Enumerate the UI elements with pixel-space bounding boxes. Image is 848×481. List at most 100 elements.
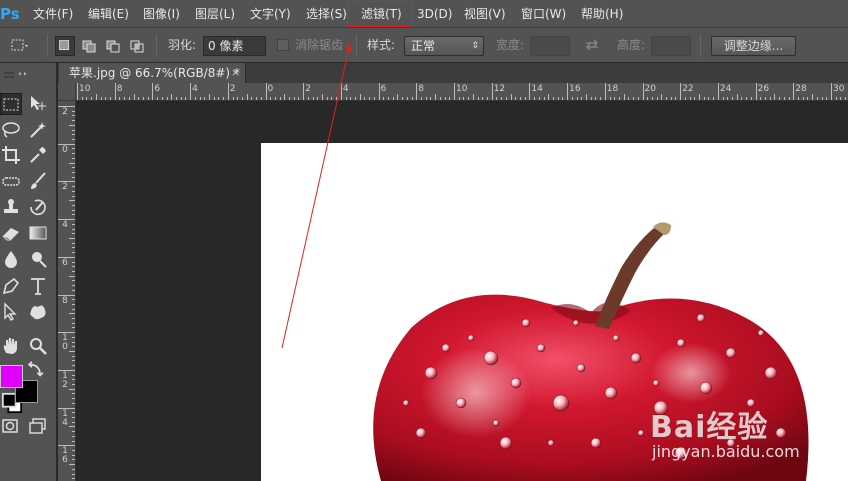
ruler-h-label: 26 bbox=[757, 84, 770, 94]
ruler-v-tick bbox=[72, 148, 75, 150]
ruler-h-tick bbox=[109, 97, 111, 100]
menu-item-9[interactable]: 窗口(W) bbox=[521, 0, 566, 28]
ruler-h-tick bbox=[81, 97, 83, 100]
height-input[interactable] bbox=[651, 36, 691, 56]
ruler-h-tick bbox=[449, 97, 451, 100]
brush-icon[interactable] bbox=[27, 170, 49, 192]
ruler-v-tick bbox=[69, 275, 75, 277]
swap-colors-icon[interactable] bbox=[25, 359, 44, 377]
rect-marquee-icon[interactable] bbox=[0, 93, 22, 115]
move-icon[interactable] bbox=[27, 93, 49, 115]
ruler-h-tick bbox=[670, 97, 672, 100]
menu-item-10[interactable]: 帮助(H) bbox=[581, 0, 623, 28]
add-selection-button[interactable] bbox=[79, 36, 99, 56]
ruler-h-tick bbox=[722, 97, 724, 100]
menu-item-7[interactable]: 3D(D) bbox=[417, 0, 452, 28]
type-icon[interactable] bbox=[27, 275, 49, 297]
ruler-v-tick bbox=[72, 478, 75, 480]
magic-wand-icon[interactable] bbox=[27, 119, 49, 141]
ruler-v-tick bbox=[72, 473, 75, 475]
pen-icon[interactable] bbox=[0, 275, 22, 297]
horizontal-ruler[interactable]: 10 8 6 4 2 0 2 4 6 8 10 12 14 16 18 20 22 24 26 28 30 bbox=[76, 83, 848, 101]
ruler-h-tick bbox=[548, 94, 550, 100]
ruler-h-tick bbox=[77, 83, 78, 100]
style-select[interactable]: 正常 ⇕ bbox=[404, 36, 484, 56]
dodge-icon[interactable] bbox=[27, 248, 49, 270]
menu-bar: Ps 文件(F) 编辑(E) 图像(I) 图层(L) 文字(Y) 选择(S) 滤镜(T) 3D… bbox=[0, 0, 848, 28]
ruler-h-label: 6 bbox=[380, 84, 387, 94]
new-selection-button[interactable] bbox=[55, 36, 75, 56]
ruler-h-tick bbox=[534, 97, 536, 100]
ruler-h-label: 2 bbox=[305, 84, 311, 94]
menu-item-3[interactable]: 图层(L) bbox=[195, 0, 235, 28]
ruler-v-tick bbox=[72, 459, 75, 461]
marquee-preset-icon[interactable] bbox=[8, 34, 30, 56]
healing-icon[interactable] bbox=[0, 170, 22, 192]
ruler-h-tick bbox=[425, 97, 427, 100]
intersect-selection-button[interactable] bbox=[127, 36, 147, 56]
ruler-h-tick bbox=[543, 97, 545, 100]
document-tab[interactable]: 苹果.jpg @ 66.7%(RGB/8#) * × bbox=[59, 63, 246, 83]
blur-icon[interactable] bbox=[0, 248, 22, 270]
eraser-icon[interactable] bbox=[0, 222, 22, 244]
lasso-icon[interactable] bbox=[0, 119, 22, 141]
vertical-ruler[interactable]: 2 0 2 4 6 8 1 0 1 2 1 4 1 6 bbox=[58, 101, 76, 481]
default-colors-icon[interactable] bbox=[1, 392, 23, 414]
watermark-url: jingyan.baidu.com bbox=[652, 442, 800, 461]
path-select-icon[interactable] bbox=[0, 301, 22, 323]
ruler-h-tick bbox=[463, 97, 465, 100]
shape-icon[interactable] bbox=[27, 301, 49, 323]
toolbar-grip[interactable] bbox=[0, 63, 57, 87]
menu-item-8[interactable]: 视图(V) bbox=[464, 0, 506, 28]
stamp-icon[interactable] bbox=[0, 196, 22, 218]
ruler-v-tick bbox=[72, 421, 75, 423]
ruler-v-tick bbox=[72, 157, 75, 159]
ruler-h-tick bbox=[468, 97, 470, 100]
ruler-v-tick bbox=[72, 336, 75, 338]
swap-dimensions-icon[interactable] bbox=[584, 37, 600, 53]
history-brush-icon[interactable] bbox=[27, 196, 49, 218]
ruler-h-tick bbox=[713, 97, 715, 100]
subtract-selection-button[interactable] bbox=[103, 36, 123, 56]
ruler-h-tick bbox=[491, 83, 493, 100]
foreground-color-swatch[interactable] bbox=[0, 365, 23, 388]
crop-icon[interactable] bbox=[0, 144, 22, 166]
menu-item-2[interactable]: 图像(I) bbox=[143, 0, 180, 28]
close-icon[interactable]: × bbox=[231, 63, 240, 83]
ruler-v-label: 2 bbox=[62, 107, 68, 117]
ruler-h-tick bbox=[793, 83, 795, 100]
ruler-v-label: 1 0 bbox=[62, 333, 68, 353]
gradient-icon[interactable] bbox=[27, 222, 49, 244]
ruler-h-tick bbox=[260, 97, 262, 100]
feather-input[interactable]: 0 像素 bbox=[203, 36, 266, 56]
ruler-v-tick bbox=[72, 365, 75, 367]
ruler-h-label: 18 bbox=[606, 84, 619, 94]
ruler-h-tick bbox=[618, 97, 620, 100]
refine-edge-button[interactable]: 调整边缘... bbox=[711, 36, 796, 56]
ruler-h-tick bbox=[175, 97, 177, 100]
ruler-h-tick bbox=[246, 94, 248, 100]
antialias-checkbox[interactable] bbox=[277, 39, 289, 51]
menu-item-0[interactable]: 文件(F) bbox=[33, 0, 73, 28]
ruler-h-tick bbox=[515, 97, 517, 100]
ruler-v-tick bbox=[58, 369, 75, 371]
width-input[interactable] bbox=[530, 36, 570, 56]
hand-icon[interactable] bbox=[0, 335, 22, 357]
ruler-origin[interactable] bbox=[58, 83, 76, 101]
ruler-h-tick bbox=[750, 97, 752, 100]
ruler-v-tick bbox=[72, 167, 75, 169]
zoom-icon[interactable] bbox=[27, 335, 49, 357]
ruler-h-label: 2 bbox=[229, 84, 236, 94]
eyedropper-icon[interactable] bbox=[27, 144, 49, 166]
ruler-v-tick bbox=[72, 374, 75, 376]
ruler-h-tick bbox=[661, 94, 663, 100]
menu-item-1[interactable]: 编辑(E) bbox=[88, 0, 129, 28]
ruler-h-tick bbox=[91, 97, 93, 100]
ruler-h-tick bbox=[501, 97, 503, 100]
quick-mask-icon[interactable] bbox=[0, 415, 22, 437]
screen-mode-icon[interactable] bbox=[27, 415, 49, 437]
menu-item-4[interactable]: 文字(Y) bbox=[250, 0, 291, 28]
ruler-h-tick bbox=[755, 83, 757, 100]
menu-item-5[interactable]: 选择(S) bbox=[306, 0, 347, 28]
ruler-v-tick bbox=[69, 464, 75, 466]
